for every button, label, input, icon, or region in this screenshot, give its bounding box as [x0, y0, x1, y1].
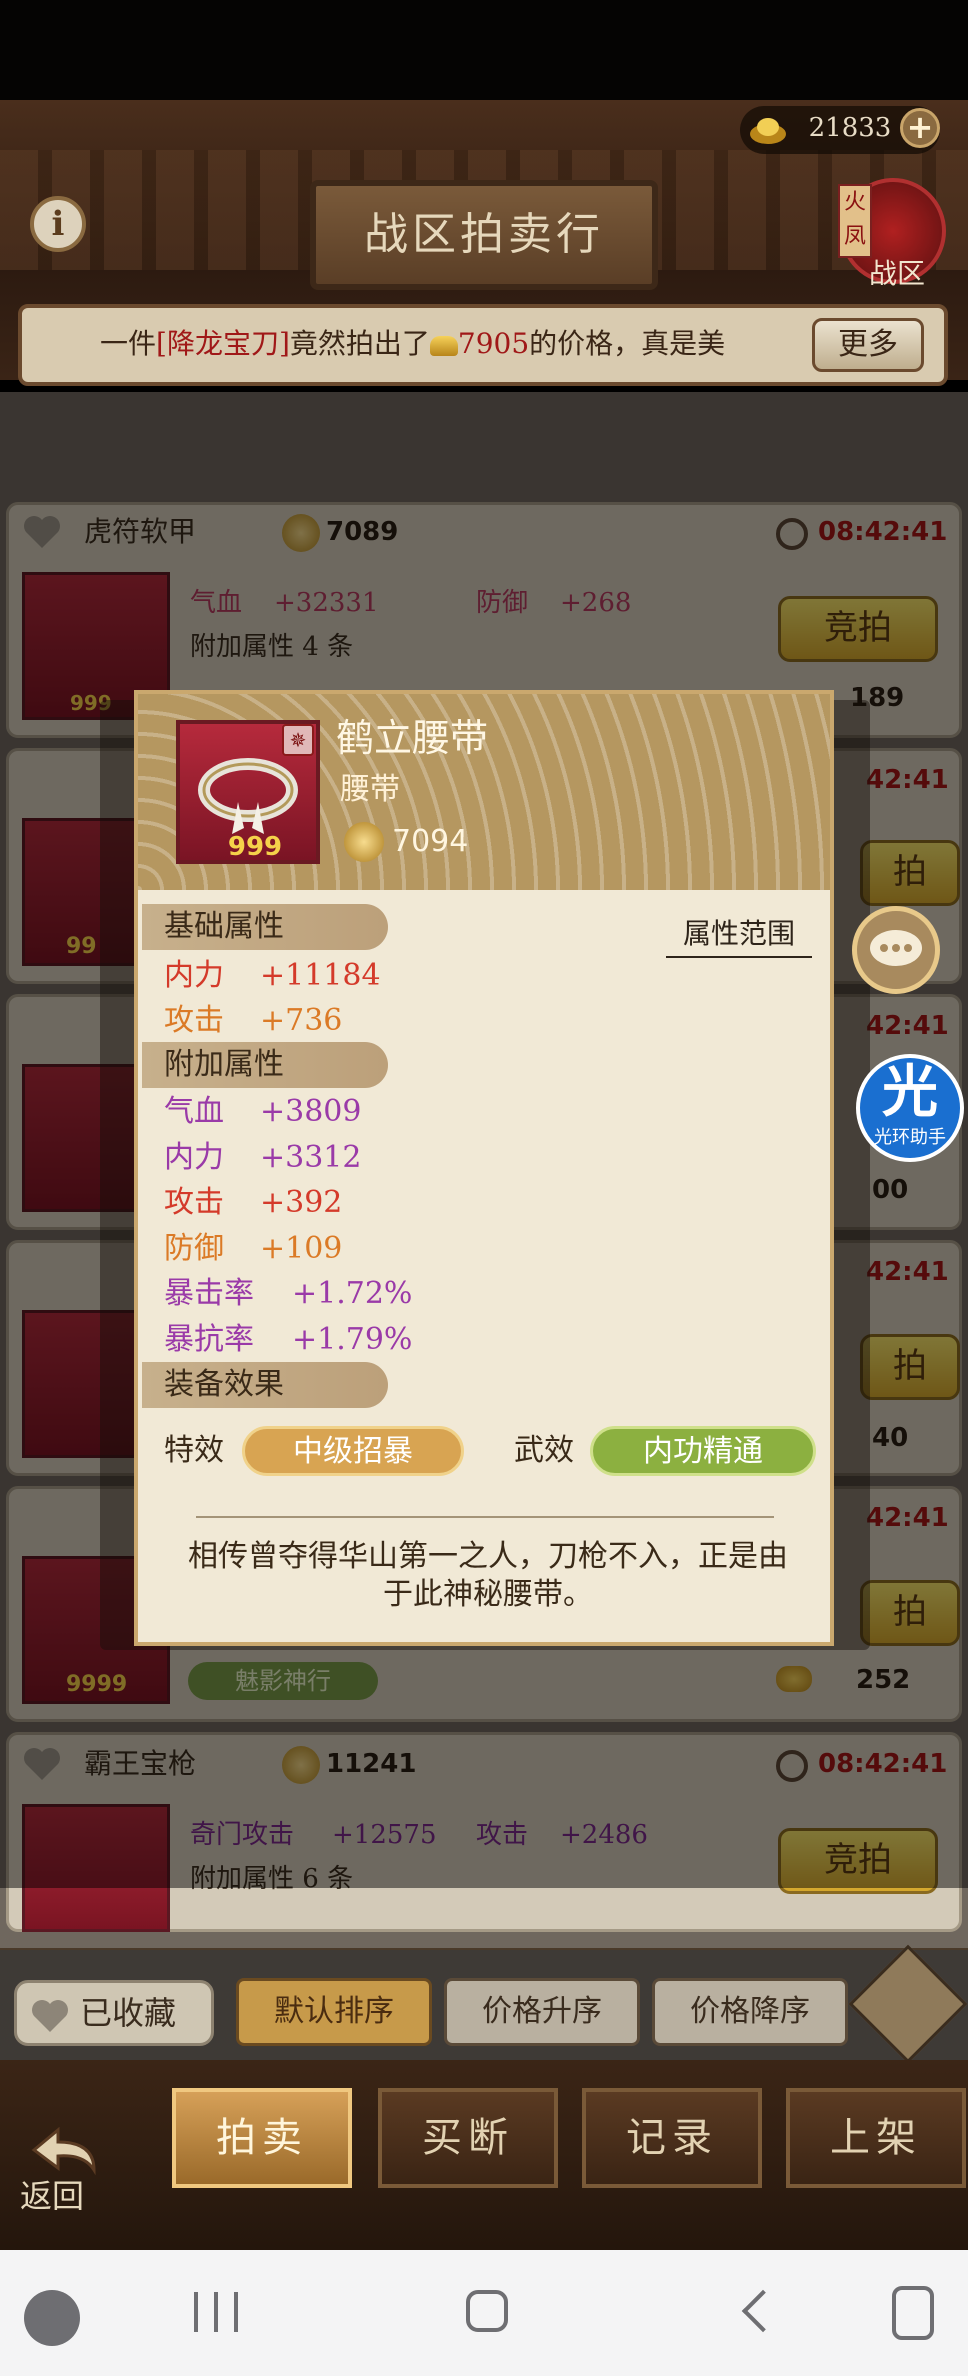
attr-value: +1.72% [292, 1276, 413, 1311]
item-name: 鹤立腰带 [336, 716, 489, 760]
back-label[interactable]: 返回 [20, 2176, 110, 2216]
ticker-suffix: 的价格，真是美 [529, 327, 726, 360]
recent-apps-icon[interactable] [194, 2292, 238, 2332]
server-tag: 火凤 [838, 184, 872, 258]
tab-records[interactable]: 记录 [582, 2088, 762, 2188]
info-icon[interactable]: i [30, 196, 86, 252]
attr-value: +3809 [260, 1094, 362, 1129]
attr-name: 攻击 [164, 1003, 224, 1038]
favorites-label: 已收藏 [80, 1994, 177, 2032]
item-count: 999 [227, 832, 283, 862]
back-arrow-icon[interactable] [28, 2124, 100, 2176]
game-pad-icon[interactable] [24, 2290, 80, 2346]
add-gold-button[interactable]: + [900, 108, 940, 148]
server-label[interactable]: 战区 [862, 256, 932, 292]
page-title: 战区拍卖行 [364, 209, 604, 260]
special-effect-label: 特效 [164, 1433, 224, 1468]
sort-default-button[interactable]: 默认排序 [236, 1978, 432, 2046]
item-price: 7094 [392, 824, 469, 859]
gold-ingot-icon [750, 118, 786, 144]
tab-list-item[interactable]: 上架 [786, 2088, 966, 2188]
assistant-app-label: 光环助手 [874, 1127, 946, 1148]
attr-value: +109 [260, 1231, 343, 1266]
attr-name: 暴击率 [164, 1276, 254, 1311]
attr-name: 气血 [164, 1094, 224, 1129]
status-bar [0, 0, 968, 100]
section-equip-effect: 装备效果 [142, 1362, 388, 1408]
item-description: 相传曾夺得华山第一之人，刀枪不入，正是由于此神秘腰带。 [188, 1539, 788, 1612]
sort-price-desc-button[interactable]: 价格降序 [652, 1978, 848, 2046]
more-button[interactable]: 更多 [812, 318, 924, 372]
section-base-attributes: 基础属性 [142, 904, 388, 950]
item-tag-icon: ✵ [282, 724, 314, 756]
touch-lock-icon[interactable] [892, 2286, 934, 2340]
gold-amount: 21833 [808, 113, 892, 143]
attribute-range-link[interactable]: 属性范围 [666, 912, 812, 958]
ticker-item: [降龙宝刀] [156, 327, 290, 360]
description-divider [196, 1516, 774, 1518]
assistant-app-glyph: 光 [882, 1060, 938, 1125]
ticker-middle: 竟然拍出了 [289, 327, 430, 360]
chat-icon [870, 930, 922, 966]
martial-effect-pill[interactable]: 内功精通 [590, 1426, 816, 1476]
section-extra-attributes: 附加属性 [142, 1042, 388, 1088]
martial-effect-label: 武效 [514, 1433, 574, 1468]
attr-name: 内力 [164, 1140, 224, 1175]
chat-bubble-icon[interactable] [852, 906, 940, 994]
ticker-text: 一件[降龙宝刀]竟然拍出了 7905的价格，真是美 [100, 314, 810, 374]
attr-value: +736 [260, 1003, 343, 1038]
heart-icon [32, 2000, 68, 2032]
attr-name: 内力 [164, 958, 224, 993]
tab-buyout[interactable]: 买断 [378, 2088, 558, 2188]
ticker-price: 7905 [457, 327, 530, 360]
attr-value: +1.79% [292, 1322, 413, 1357]
special-effect-pill[interactable]: 中级招暴 [242, 1426, 464, 1476]
item-type: 腰带 [340, 772, 400, 807]
ticker-gold-icon [429, 335, 458, 356]
attr-value: +11184 [260, 958, 381, 993]
attr-name: 防御 [164, 1231, 224, 1266]
sort-price-asc-button[interactable]: 价格升序 [444, 1978, 640, 2046]
price-coin-icon [344, 822, 384, 862]
attr-value: +392 [260, 1185, 343, 1220]
home-icon[interactable] [466, 2290, 508, 2332]
attr-name: 暴抗率 [164, 1322, 254, 1357]
attr-name: 攻击 [164, 1185, 224, 1220]
attr-value: +3312 [260, 1140, 362, 1175]
ticker-prefix: 一件 [100, 327, 157, 360]
tab-auction[interactable]: 拍卖 [172, 2088, 352, 2188]
